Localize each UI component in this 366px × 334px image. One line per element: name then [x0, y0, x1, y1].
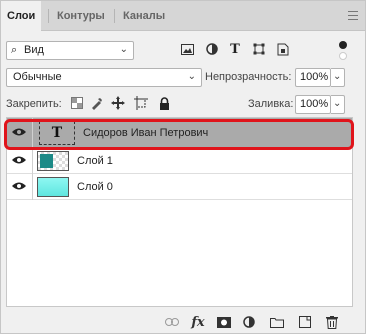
delete-layer-trash-icon[interactable]	[324, 314, 340, 330]
visibility-column-divider	[32, 118, 33, 148]
chevron-down-icon: ⌄	[333, 98, 342, 109]
lock-label: Закрепить:	[6, 98, 62, 110]
filter-toggle-switch[interactable]	[339, 41, 347, 49]
blend-mode-select[interactable]: Обычные ⌄	[6, 68, 202, 87]
tab-layers[interactable]: Слои	[1, 1, 42, 32]
layer-name[interactable]: Слой 0	[77, 181, 113, 193]
add-layer-mask-icon[interactable]	[216, 314, 232, 330]
layer-row-layer0[interactable]: Слой 0	[7, 174, 352, 200]
fill-value: 100%	[300, 98, 329, 110]
layer-style-fx-icon[interactable]: fx	[190, 314, 206, 330]
fill-label: Заливка:	[248, 98, 294, 110]
adjustment-filter-icon[interactable]	[204, 40, 220, 58]
layer-row-text[interactable]: T Сидоров Иван Петрович	[7, 118, 352, 148]
shape-filter-icon[interactable]	[251, 40, 267, 58]
lock-all-icon[interactable]	[156, 95, 172, 111]
filter-kind-select[interactable]: ⌕ Вид ⌄	[6, 41, 134, 60]
filter-kind-label: Вид	[24, 44, 44, 56]
tab-paths[interactable]: Контуры	[51, 1, 111, 31]
new-adjustment-layer-icon[interactable]	[241, 314, 257, 330]
panel-menu-icon[interactable]	[348, 11, 358, 20]
tab-separator	[48, 9, 49, 23]
opacity-dropdown-button[interactable]: ⌄	[331, 68, 345, 87]
layer-name[interactable]: Слой 1	[77, 155, 113, 167]
layer-row-layer1[interactable]: Слой 1	[7, 148, 352, 174]
tab-channels[interactable]: Каналы	[117, 1, 171, 31]
opacity-input[interactable]: 100%	[295, 68, 331, 87]
opacity-value: 100%	[300, 71, 329, 83]
tab-separator	[114, 9, 115, 23]
layers-bottom-toolbar: fx	[1, 311, 365, 333]
layer-thumbnail	[37, 177, 69, 197]
layers-panel: Слои Контуры Каналы ⌕ Вид ⌄ T Обычные ⌄ …	[0, 0, 366, 334]
lock-image-pixels-icon[interactable]	[89, 95, 105, 111]
new-group-folder-icon[interactable]	[269, 314, 285, 330]
type-filter-icon[interactable]: T	[227, 40, 243, 58]
opacity-label: Непрозрачность:	[205, 71, 292, 83]
image-filter-icon[interactable]	[179, 40, 195, 58]
blend-mode-label: Обычные	[13, 71, 62, 83]
chevron-down-icon: ⌄	[333, 71, 342, 82]
lock-transparent-pixels-icon[interactable]	[69, 95, 85, 111]
new-layer-icon[interactable]	[297, 314, 313, 330]
filter-toggle-track	[339, 52, 347, 60]
eye-visibility-icon[interactable]	[12, 127, 26, 137]
fill-input[interactable]: 100%	[295, 95, 331, 114]
visibility-column-divider	[32, 148, 33, 174]
layer-thumbnail	[37, 151, 69, 171]
layer-list: T Сидоров Иван Петрович Слой 1 Слой 0	[6, 117, 353, 307]
chevron-down-icon: ⌄	[119, 44, 128, 55]
smart-object-filter-icon[interactable]	[275, 40, 291, 58]
text-layer-thumbnail-icon: T	[39, 121, 75, 145]
fill-dropdown-button[interactable]: ⌄	[331, 95, 345, 114]
panel-tab-bar: Слои Контуры Каналы	[1, 1, 365, 32]
link-layers-icon[interactable]	[164, 314, 180, 330]
layer-content-patch	[40, 154, 53, 168]
eye-visibility-icon[interactable]	[12, 155, 26, 165]
chevron-down-icon: ⌄	[187, 71, 196, 82]
lock-artboard-icon[interactable]	[133, 95, 149, 111]
lock-position-icon[interactable]	[110, 95, 126, 111]
layer-name[interactable]: Сидоров Иван Петрович	[83, 127, 208, 139]
visibility-column-divider	[32, 174, 33, 200]
search-icon: ⌕	[11, 44, 18, 56]
eye-visibility-icon[interactable]	[12, 181, 26, 191]
